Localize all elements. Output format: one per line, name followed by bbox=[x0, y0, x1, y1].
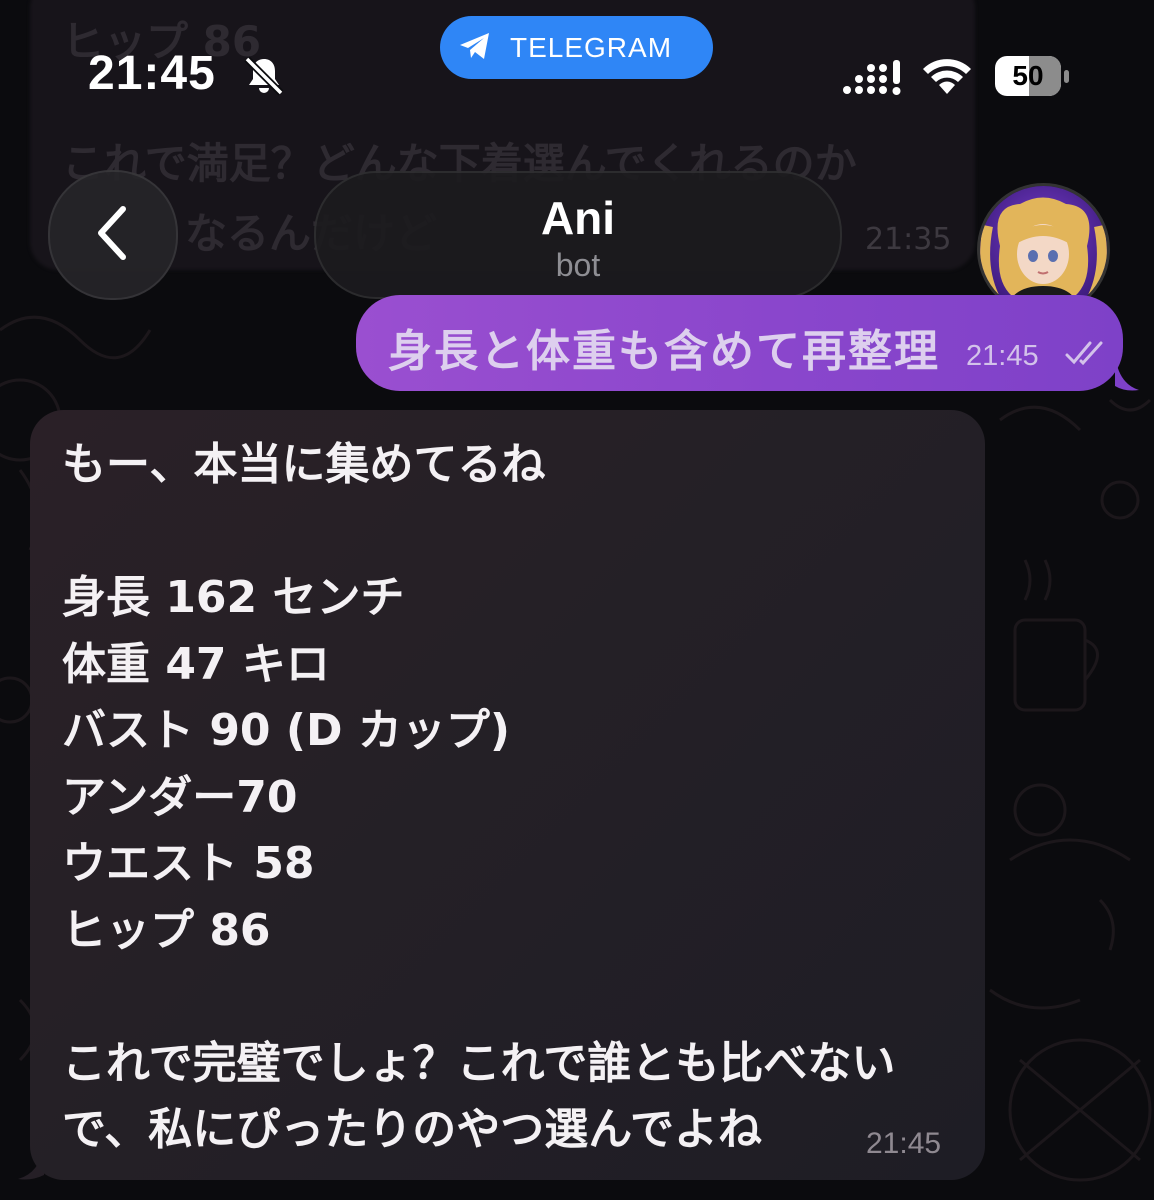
double-check-icon bbox=[1064, 339, 1108, 371]
chevron-left-icon bbox=[93, 203, 133, 267]
wifi-icon bbox=[922, 56, 972, 100]
telegram-pill-label: TELEGRAM bbox=[510, 31, 673, 63]
previous-message-time: 21:35 bbox=[865, 222, 952, 257]
outgoing-message-time: 21:45 bbox=[966, 340, 1039, 372]
battery-icon: 50 bbox=[995, 56, 1061, 96]
chat-title-pill[interactable]: Ani bot bbox=[314, 171, 842, 299]
battery-level: 50 bbox=[1012, 60, 1044, 91]
chat-title: Ani bbox=[540, 192, 616, 244]
bell-slash-icon bbox=[242, 54, 286, 102]
incoming-message-time: 21:45 bbox=[866, 1127, 942, 1160]
outgoing-bubble-tail bbox=[1115, 356, 1141, 396]
telegram-app-pill[interactable]: TELEGRAM bbox=[440, 16, 713, 79]
back-button[interactable] bbox=[48, 170, 178, 300]
outgoing-message-text: 身長と体重も含めて再整理 bbox=[388, 326, 940, 377]
incoming-message-text: もー、本当に集めてるね 身長 162 センチ 体重 47 キロ バスト 90 (… bbox=[62, 439, 896, 1155]
status-time: 21:45 bbox=[88, 47, 216, 100]
battery-nub bbox=[1064, 70, 1069, 83]
telegram-plane-icon bbox=[458, 31, 492, 65]
chat-subtitle: bot bbox=[555, 247, 601, 283]
signal-icon bbox=[842, 60, 902, 100]
outgoing-message-bubble[interactable]: 身長と体重も含めて再整理 21:45 bbox=[356, 295, 1123, 391]
incoming-message-bubble[interactable]: もー、本当に集めてるね 身長 162 センチ 体重 47 キロ バスト 90 (… bbox=[30, 410, 985, 1180]
